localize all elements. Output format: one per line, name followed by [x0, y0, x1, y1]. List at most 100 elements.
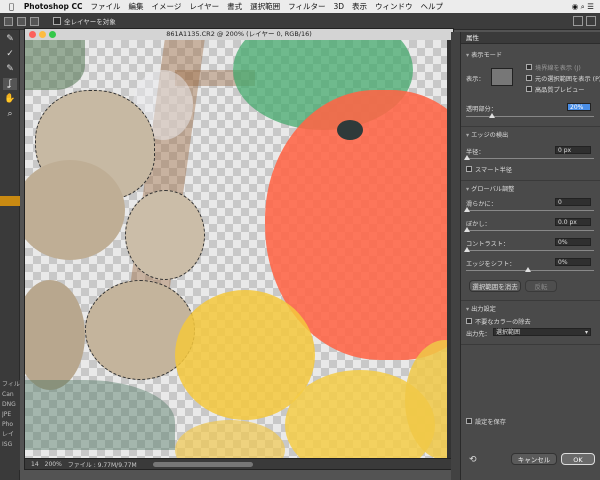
brush-icon[interactable]: ✎	[3, 63, 17, 75]
divider	[461, 344, 600, 345]
menu-layer[interactable]: レイヤー	[189, 1, 219, 12]
reset-icon[interactable]: ⟲	[469, 455, 477, 465]
menu-extras-icon[interactable]: ◉ ⌕ ☰	[572, 2, 594, 12]
menu-filter[interactable]: フィルター	[288, 1, 325, 12]
contrast-slider-knob[interactable]	[464, 247, 470, 252]
strip-label: ISG	[2, 441, 13, 448]
contrast-slider[interactable]	[466, 250, 594, 251]
output-settings-label: 出力設定	[471, 306, 496, 313]
apple-icon[interactable]: 	[9, 2, 14, 11]
horizontal-scrollbar[interactable]	[153, 462, 253, 467]
new-selection-icon[interactable]	[4, 16, 13, 26]
subtract-selection-icon[interactable]	[30, 16, 39, 26]
global-refine-header[interactable]: ▾ グローバル調整	[466, 184, 514, 193]
show-original-checkbox[interactable]	[526, 75, 532, 81]
menu-view[interactable]: 表示	[352, 1, 367, 12]
view-label: 表示：	[466, 76, 485, 83]
remember-settings-checkbox[interactable]	[466, 418, 472, 424]
document-status-bar: 14 200% ファイル : 9.77M/9.77M	[25, 458, 453, 469]
global-refine-label: グローバル調整	[471, 186, 515, 193]
contrast-label: コントラスト：	[466, 241, 510, 248]
workspace-icon[interactable]	[573, 16, 583, 26]
view-mode-header[interactable]: ▾ 表示モード	[466, 50, 502, 59]
menu-window[interactable]: ウィンドウ	[375, 1, 413, 12]
view-thumbnail[interactable]	[491, 68, 513, 86]
output-to-select[interactable]: 選択範囲 ▾	[493, 328, 591, 336]
radius-slider-knob[interactable]	[464, 155, 470, 160]
radius-slider[interactable]	[466, 158, 594, 159]
share-icon[interactable]	[586, 16, 596, 26]
opacity-slider-knob[interactable]	[488, 113, 495, 118]
menu-bar:  Photoshop CC ファイル 編集 イメージ レイヤー 書式 選択範囲…	[0, 0, 600, 13]
smooth-slider-knob[interactable]	[464, 207, 470, 212]
rosemary	[25, 380, 175, 450]
edge-detection-label: エッジの検出	[471, 132, 509, 139]
add-selection-icon[interactable]	[17, 16, 26, 26]
image-canvas[interactable]	[25, 40, 453, 459]
menu-type[interactable]: 書式	[227, 1, 242, 12]
decontaminate-checkbox[interactable]	[466, 318, 472, 324]
panel-title[interactable]: 属性	[461, 32, 600, 44]
zoom-window-icon[interactable]	[49, 31, 56, 38]
menu-file[interactable]: ファイル	[90, 1, 120, 12]
high-quality-label: 高品質プレビュー	[535, 87, 585, 94]
smooth-slider[interactable]	[466, 210, 594, 211]
document-title: 861A1135.CR2 @ 200% (レイヤー 0, RGB/16)	[166, 30, 312, 38]
menu-3d[interactable]: 3D	[333, 2, 344, 11]
smooth-label: 滑らかに：	[466, 201, 497, 208]
edge-detection-header[interactable]: ▾ エッジの検出	[466, 130, 508, 139]
feather-slider[interactable]	[466, 230, 594, 231]
strip-label: DNG	[2, 401, 16, 408]
hand-icon[interactable]: ✋	[3, 93, 17, 105]
output-to-label: 出力先：	[466, 331, 491, 338]
strip-label: Can	[2, 391, 14, 398]
close-icon[interactable]	[29, 31, 36, 38]
zoom-icon[interactable]: ⌕	[3, 108, 17, 120]
divider	[461, 300, 600, 301]
strip-label: レイ	[2, 431, 15, 438]
zoom-level[interactable]: 200%	[45, 461, 62, 468]
refine-brush-icon[interactable]: ✓	[3, 48, 17, 60]
feather-slider-knob[interactable]	[464, 227, 470, 232]
ok-button[interactable]: OK	[561, 453, 595, 465]
clear-selection-button[interactable]: 選択範囲を消去	[469, 280, 521, 292]
opacity-field[interactable]: 20%	[567, 103, 591, 111]
strip-label: フィル	[2, 381, 20, 388]
opacity-label: 透明部分：	[466, 106, 497, 113]
opacity-slider[interactable]	[466, 116, 594, 117]
left-panel-strip: フィル Can DNG JPE Pho レイ ISG	[0, 380, 20, 470]
smooth-field[interactable]: 0	[555, 198, 591, 206]
view-mode-label: 表示モード	[471, 52, 503, 59]
strip-label: Pho	[2, 421, 14, 428]
shift-edge-label: エッジをシフト：	[466, 261, 516, 268]
frame-label: 14	[31, 460, 39, 468]
minimize-icon[interactable]	[39, 31, 46, 38]
lemon	[175, 420, 285, 459]
smart-radius-checkbox[interactable]	[466, 166, 472, 172]
feather-field[interactable]: 0.0 px	[555, 218, 591, 226]
invert-button[interactable]: 反転	[525, 280, 557, 292]
shift-edge-slider-knob[interactable]	[525, 267, 531, 272]
menu-edit[interactable]: 編集	[128, 1, 143, 12]
smart-radius-label: スマート半径	[475, 167, 512, 174]
document-window: 861A1135.CR2 @ 200% (レイヤー 0, RGB/16) 14 …	[24, 28, 454, 470]
output-settings-header[interactable]: ▾ 出力設定	[466, 304, 496, 313]
document-titlebar: 861A1135.CR2 @ 200% (レイヤー 0, RGB/16)	[25, 29, 453, 40]
divider	[461, 180, 600, 181]
file-info[interactable]: ファイル : 9.77M/9.77M	[68, 460, 137, 469]
contrast-field[interactable]: 0%	[555, 238, 591, 246]
quick-selection-icon[interactable]: ✎	[3, 33, 17, 45]
cancel-button[interactable]: キャンセル	[511, 453, 557, 465]
garlic-bulb	[125, 190, 205, 280]
lasso-icon[interactable]: ʆ	[3, 78, 17, 90]
menu-image[interactable]: イメージ	[151, 1, 181, 12]
menu-help[interactable]: ヘルプ	[421, 1, 444, 12]
shift-edge-field[interactable]: 0%	[555, 258, 591, 266]
high-quality-checkbox[interactable]	[526, 86, 532, 92]
sample-all-layers-checkbox[interactable]	[53, 17, 61, 25]
show-edge-checkbox[interactable]	[526, 64, 532, 70]
tomato-stem	[337, 120, 363, 140]
app-name[interactable]: Photoshop CC	[24, 2, 83, 11]
radius-field[interactable]: 0 px	[555, 146, 591, 154]
menu-select[interactable]: 選択範囲	[250, 1, 280, 12]
